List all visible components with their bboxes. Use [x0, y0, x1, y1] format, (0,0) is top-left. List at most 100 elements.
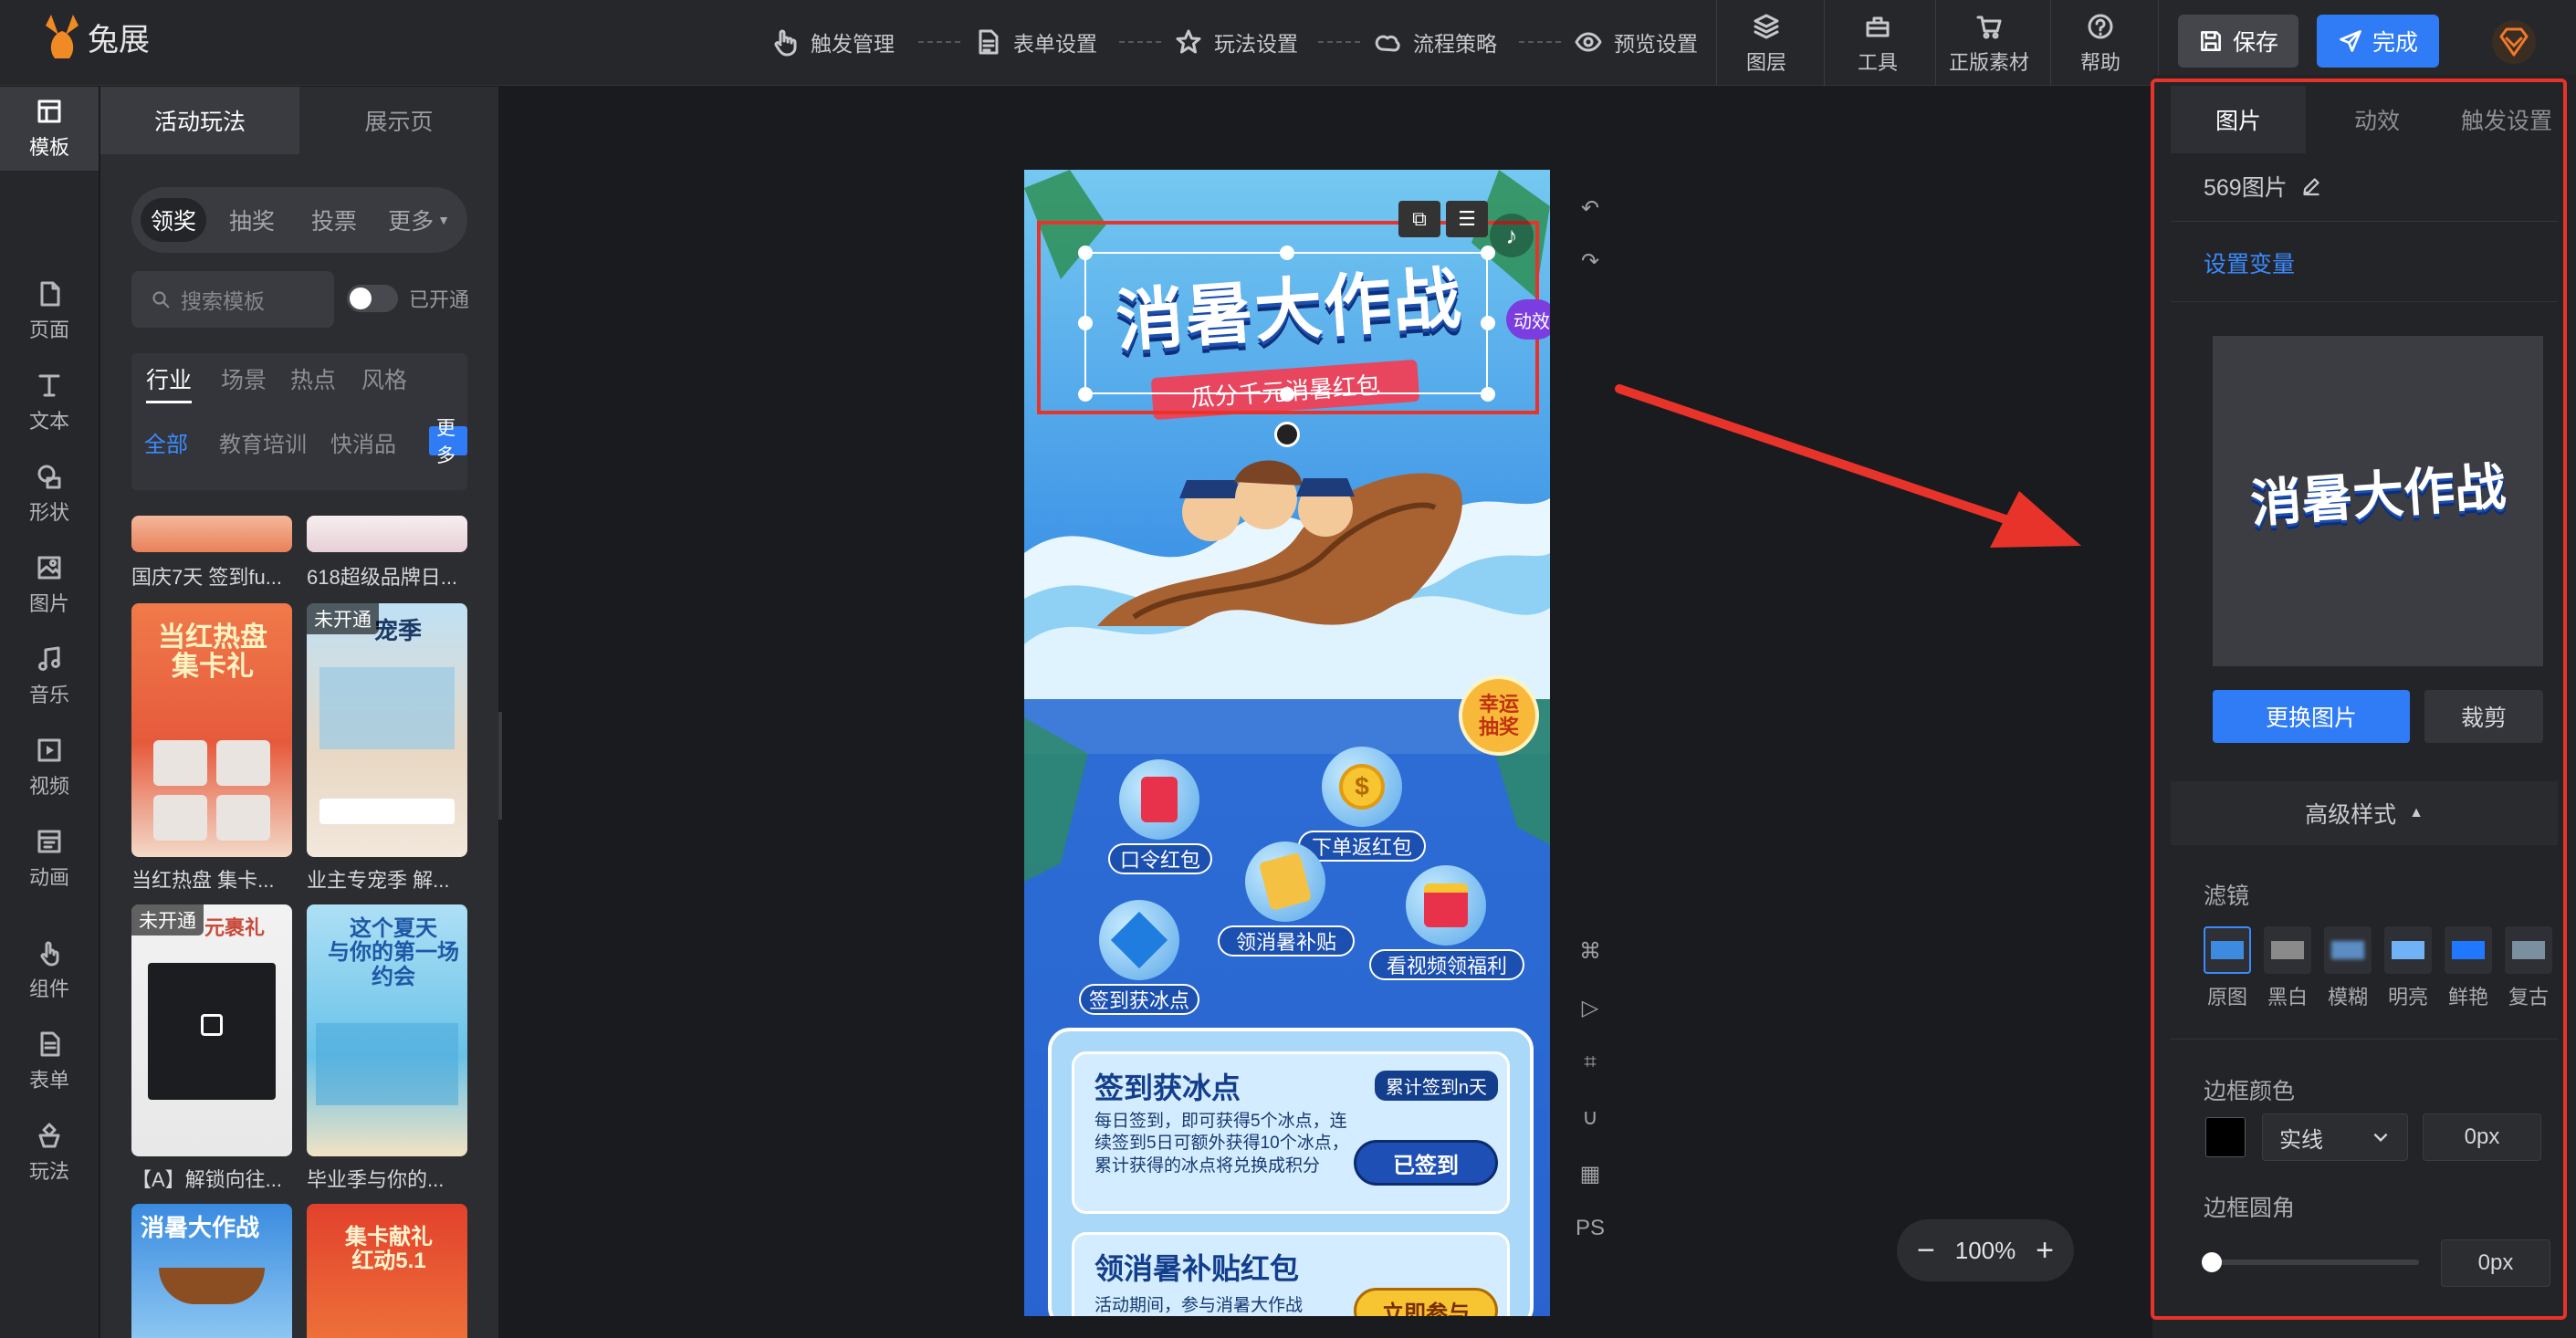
template-card[interactable]: 这个夏天 与你的第一场约会 — [307, 904, 467, 1156]
card-art-decor — [316, 1023, 458, 1105]
category-vote[interactable]: 投票 — [301, 198, 367, 242]
rail-item-pages[interactable]: 页面 — [0, 269, 99, 353]
tab-animation[interactable]: 动效 — [2309, 86, 2445, 153]
search-input[interactable]: 搜索模板 — [131, 271, 334, 328]
crop-button[interactable]: 裁剪 — [2424, 690, 2543, 743]
checked-in-button[interactable]: 已签到 — [1354, 1140, 1498, 1186]
template-card[interactable] — [307, 516, 467, 552]
tag-education[interactable]: 教育培训 — [219, 426, 307, 458]
logo[interactable]: 兔展 — [42, 13, 150, 60]
border-radius-input[interactable]: 0px — [2441, 1239, 2550, 1287]
set-variable-link[interactable]: 设置变量 — [2204, 246, 2295, 279]
play-preview-icon[interactable]: ▷ — [1574, 991, 1607, 1024]
rail-item-animation[interactable]: 动画 — [0, 817, 99, 901]
category-lottery[interactable]: 抽奖 — [219, 198, 285, 242]
template-card[interactable]: 消暑大作战 — [131, 1204, 292, 1338]
tab-image[interactable]: 图片 — [2171, 86, 2306, 153]
ps-icon[interactable]: PS — [1574, 1212, 1607, 1245]
grid-icon[interactable]: ▦ — [1574, 1157, 1607, 1190]
toggle-switch[interactable] — [347, 285, 398, 312]
tool-help[interactable]: 帮助 — [2050, 9, 2151, 78]
music-icon[interactable]: ♪ — [1490, 214, 1534, 257]
rail-item-video[interactable]: 视频 — [0, 726, 99, 810]
tab-activity-play[interactable]: 活动玩法 — [100, 87, 299, 154]
filter-vivid[interactable] — [2445, 926, 2492, 974]
tool-label: 帮助 — [2079, 51, 2120, 74]
border-color-swatch[interactable] — [2205, 1117, 2246, 1157]
border-width-input[interactable]: 0px — [2423, 1113, 2541, 1161]
category-more[interactable]: 更多 ▼ — [380, 198, 458, 242]
subtab-style[interactable]: 风格 — [361, 362, 407, 395]
copy-icon[interactable]: ⧉ — [1398, 201, 1440, 237]
tab-trigger-settings[interactable]: 触发设置 — [2448, 86, 2565, 153]
filter-grayscale[interactable] — [2264, 926, 2311, 974]
bubble-password-redpacket[interactable]: 口令红包 — [1108, 759, 1212, 893]
not-opened-badge: 未开通 — [307, 603, 379, 634]
category-rewards[interactable]: 领奖 — [141, 198, 206, 242]
bubble-label: 看视频领福利 — [1369, 949, 1524, 980]
subtab-trending[interactable]: 热点 — [290, 362, 336, 395]
effect-tag[interactable]: 动效 — [1506, 299, 1550, 340]
border-style-select[interactable]: 实线 — [2262, 1113, 2408, 1161]
video-icon — [37, 738, 61, 762]
image-name[interactable]: 569图片 — [2204, 170, 2322, 203]
done-button[interactable]: 完成 — [2317, 15, 2439, 68]
replace-image-button[interactable]: 更换图片 — [2213, 690, 2410, 743]
rail-item-components[interactable]: 组件 — [0, 928, 99, 1012]
tool-stock-assets[interactable]: 正版素材 — [1939, 9, 2039, 78]
border-color-label: 边框颜色 — [2204, 1079, 2296, 1104]
bubble-summer-subsidy[interactable]: 领消暑补贴 — [1218, 841, 1355, 975]
filter-blur[interactable] — [2324, 926, 2372, 974]
tag-all[interactable]: 全部 — [144, 426, 188, 458]
rail-item-music[interactable]: 音乐 — [0, 634, 99, 718]
magnet-icon[interactable]: ∪ — [1574, 1101, 1607, 1134]
slider-thumb[interactable] — [2202, 1252, 2222, 1272]
edit-pencil-icon[interactable] — [2300, 175, 2322, 197]
tool-tools[interactable]: 工具 — [1827, 9, 1928, 78]
rail-item-text[interactable]: 文本 — [0, 361, 99, 444]
step-preview-settings[interactable]: 预览设置 — [1574, 22, 1698, 62]
highlight-box — [1037, 221, 1539, 414]
rail-item-templates[interactable]: 模板 — [0, 87, 99, 171]
more-tags-button[interactable]: 更多 — [429, 418, 467, 466]
zoom-in-icon[interactable]: + — [2036, 1233, 2054, 1269]
tab-display-page[interactable]: 展示页 — [299, 87, 498, 154]
step-flow-strategy[interactable]: 流程策略 — [1373, 22, 1497, 62]
join-now-button[interactable]: 立即参与 — [1354, 1288, 1498, 1316]
tool-layers[interactable]: 图层 — [1716, 9, 1817, 78]
lottery-badge[interactable]: 幸运 抽奖 — [1459, 675, 1539, 756]
subtab-scene[interactable]: 场景 — [221, 362, 267, 395]
shortcut-icon[interactable]: ⌘ — [1574, 935, 1607, 967]
border-radius-slider[interactable] — [2202, 1252, 2419, 1272]
rail-item-images[interactable]: 图片 — [0, 543, 99, 627]
tag-fmcg[interactable]: 快消品 — [330, 426, 425, 458]
animation-icon — [37, 830, 61, 853]
save-button[interactable]: 保存 — [2178, 15, 2299, 68]
redo-icon[interactable]: ↷ — [1574, 245, 1607, 277]
zoom-out-icon[interactable]: − — [1917, 1233, 1935, 1269]
step-form-settings[interactable]: 表单设置 — [973, 22, 1097, 62]
rail-item-forms[interactable]: 表单 — [0, 1019, 99, 1103]
undo-icon[interactable]: ↶ — [1574, 192, 1607, 225]
rail-item-shapes[interactable]: 形状 — [0, 452, 99, 536]
template-card-title: 【A】解锁向往... — [131, 1168, 283, 1191]
template-card[interactable]: 元裹礼 未开通 — [131, 904, 292, 1156]
filter-bright[interactable] — [2384, 926, 2432, 974]
template-card[interactable]: 当红热盘 集卡礼 — [131, 603, 292, 857]
filter-vintage[interactable] — [2505, 926, 2552, 974]
vip-diamond-icon[interactable] — [2490, 18, 2538, 66]
template-card[interactable]: 集卡献礼 红动5.1 — [307, 1204, 467, 1338]
step-trigger-management[interactable]: 触发管理 — [770, 22, 895, 62]
subtab-industry[interactable]: 行业 — [146, 362, 192, 395]
bubble-video-benefits[interactable]: 看视频领福利 — [1369, 865, 1524, 998]
advanced-style-toggle[interactable]: 高级样式 ▲ — [2171, 781, 2558, 845]
template-card[interactable]: 宠季 未开通 — [307, 603, 467, 857]
align-icon[interactable]: ☰ — [1446, 201, 1488, 237]
opened-only-toggle[interactable]: 已开通 — [347, 284, 469, 313]
step-play-settings[interactable]: 玩法设置 — [1174, 22, 1298, 62]
template-card[interactable] — [131, 516, 292, 552]
bubble-checkin-points[interactable]: 签到获冰点 — [1079, 900, 1199, 1033]
rail-item-play[interactable]: 玩法 — [0, 1111, 99, 1195]
filter-original[interactable] — [2204, 926, 2251, 974]
ruler-icon[interactable]: ⌗ — [1574, 1046, 1607, 1079]
